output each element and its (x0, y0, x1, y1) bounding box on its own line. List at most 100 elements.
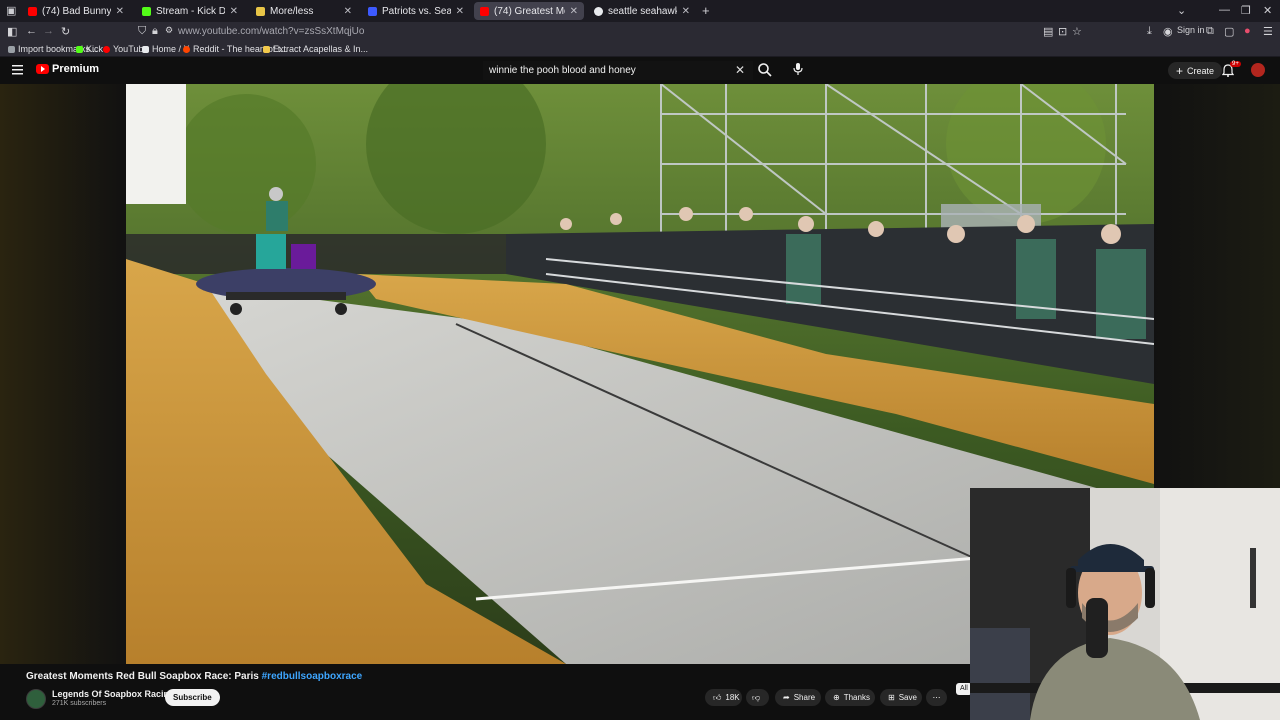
thanks-label: Thanks (843, 693, 870, 702)
bookmark-item[interactable]: Kick (76, 44, 103, 54)
like-count: 18K (725, 693, 740, 702)
save-button[interactable]: ⊞ Save (880, 689, 922, 706)
bookmark-label: Kick (86, 44, 104, 54)
sign-in-label[interactable]: Sign in (1177, 25, 1205, 35)
tab-title: More/less (270, 5, 314, 17)
tab-title: seattle seahawks - Google Sear (608, 5, 677, 17)
share-button[interactable]: ➦ Share (775, 689, 821, 706)
tab-favicon (480, 6, 489, 16)
close-tab-icon[interactable]: ✕ (570, 6, 578, 17)
browser-tab[interactable]: seattle seahawks - Google Sear ✕ (588, 2, 696, 20)
url-bar[interactable]: www.youtube.com/watch?v=zsSsXtMqjUo (178, 26, 364, 37)
close-window-icon[interactable]: ✕ (1263, 4, 1272, 17)
bookmark-favicon (263, 45, 270, 53)
browser-nav-bar: ◧ ← → ↻ ⛉ 🔒︎ ⚙ www.youtube.com/watch?v=z… (0, 22, 1280, 42)
search-input[interactable] (483, 61, 753, 80)
bookmark-favicon (142, 45, 149, 53)
channel-name[interactable]: Legends Of Soapbox Racing (52, 689, 175, 699)
bookmark-item[interactable]: Extract Acapellas & In... (263, 44, 368, 54)
notification-badge: 9+ (1230, 61, 1241, 67)
screenshot-icon[interactable]: ⊡ (1058, 25, 1067, 38)
permissions-icon[interactable]: ⚙ (165, 25, 173, 36)
microphone-icon[interactable] (791, 62, 805, 76)
close-tab-icon[interactable]: ✕ (682, 6, 690, 17)
close-tab-icon[interactable]: ✕ (344, 6, 352, 17)
like-button[interactable]: 👍︎ 18K (705, 689, 742, 706)
close-tab-icon[interactable]: ✕ (116, 6, 124, 17)
more-actions-button[interactable]: ⋯ (926, 689, 947, 706)
tab-favicon (28, 6, 37, 16)
create-button[interactable]: + Create (1168, 62, 1223, 79)
browser-tab[interactable]: Stream - Kick Dashboard ✕ (136, 2, 244, 20)
bookmark-favicon (76, 45, 83, 53)
bookmarks-bar: Import bookmarks... Kick YouTube Home / … (0, 42, 1280, 57)
extensions-icon[interactable]: ⧉ (1206, 25, 1214, 38)
webcam-overlay (970, 488, 1280, 720)
tab-title: Stream - Kick Dashboard (156, 5, 225, 17)
list-tabs-icon[interactable]: ⌄ (1177, 4, 1186, 17)
close-tab-icon[interactable]: ✕ (456, 6, 464, 17)
tab-title: (74) Bad Bunny - Tití Me Pregunt (42, 5, 111, 17)
youtube-logo[interactable]: Premium (36, 63, 99, 75)
thanks-button[interactable]: ⊕ Thanks (825, 689, 875, 706)
channel-avatar[interactable] (26, 689, 46, 709)
search-icon[interactable] (757, 62, 773, 78)
new-tab-button[interactable]: + (702, 3, 710, 18)
webcam-image (970, 488, 1280, 720)
browser-tab-active[interactable]: (74) Greatest Moments Red ✕ (474, 2, 584, 20)
tab-favicon (142, 6, 151, 16)
bookmark-favicon (103, 45, 110, 53)
tab-favicon (594, 6, 603, 16)
bookmark-label: Extract Acapellas & In... (273, 44, 369, 54)
browser-tab[interactable]: More/less ✕ (250, 2, 358, 20)
thumbs-up-icon: 👍︎ (713, 692, 722, 702)
downloads-icon[interactable]: ⤓ (1147, 25, 1152, 38)
browser-tab[interactable]: Patriots vs. Seahawks Odds & P ✕ (362, 2, 470, 20)
reload-icon[interactable]: ↻ (61, 25, 70, 38)
tab-overview-icon[interactable]: ▣ (6, 4, 16, 17)
thumbs-down-icon: 👎︎ (752, 692, 761, 702)
browser-tab-strip: ▣ (74) Bad Bunny - Tití Me Pregunt ✕ Str… (0, 0, 1280, 22)
bookmark-favicon (183, 45, 190, 53)
share-label: Share (793, 693, 816, 702)
plus-icon: + (1176, 63, 1184, 78)
hamburger-menu-icon[interactable] (12, 65, 24, 75)
menu-icon[interactable]: ☰ (1263, 25, 1273, 38)
tab-favicon (256, 6, 265, 16)
youtube-play-icon (36, 64, 49, 74)
extension-icon[interactable]: ▢ (1224, 25, 1234, 38)
back-arrow-icon[interactable]: ← (26, 25, 37, 37)
bookmark-star-icon[interactable]: ☆ (1072, 25, 1082, 38)
dislike-button[interactable]: 👎︎ (746, 689, 769, 706)
thanks-icon: ⊕ (833, 693, 840, 702)
subscriber-count: 271K subscribers (52, 700, 107, 707)
youtube-header: Premium ✕ + Create 9+ (0, 57, 1280, 84)
tab-title: (74) Greatest Moments Red (494, 5, 565, 17)
more-dots-icon: ⋯ (932, 693, 941, 702)
video-title: Greatest Moments Red Bull Soapbox Race: … (26, 671, 362, 682)
shield-icon[interactable]: ⛉ (138, 25, 146, 38)
reader-view-icon[interactable]: ▤ (1043, 25, 1053, 38)
browser-tab[interactable]: (74) Bad Bunny - Tití Me Pregunt ✕ (22, 2, 130, 20)
save-icon: ⊞ (888, 693, 895, 702)
video-title-text: Greatest Moments Red Bull Soapbox Race: … (26, 671, 259, 682)
forward-arrow-icon[interactable]: → (43, 25, 54, 37)
create-label: Create (1187, 65, 1215, 76)
subscribe-button[interactable]: Subscribe (165, 689, 220, 706)
video-hashtag-link[interactable]: #redbullsoapboxrace (262, 671, 363, 682)
youtube-brand-label: Premium (52, 63, 100, 75)
sidebar-toggle-icon[interactable]: ◧ (7, 25, 17, 38)
extension-badge-icon[interactable]: ● (1244, 25, 1251, 37)
lock-icon[interactable]: 🔒︎ (152, 25, 158, 38)
share-arrow-icon: ➦ (783, 693, 790, 702)
maximize-window-icon[interactable]: ❐ (1241, 4, 1251, 17)
avatar[interactable] (1251, 63, 1265, 77)
tab-favicon (368, 6, 377, 16)
minimize-window-icon[interactable]: — (1219, 4, 1230, 16)
bookmark-favicon (8, 45, 15, 53)
clear-search-icon[interactable]: ✕ (735, 63, 745, 77)
account-icon[interactable]: ◉ (1163, 25, 1173, 38)
close-tab-icon[interactable]: ✕ (230, 6, 238, 17)
save-label: Save (898, 693, 917, 702)
tab-title: Patriots vs. Seahawks Odds & P (382, 5, 451, 17)
